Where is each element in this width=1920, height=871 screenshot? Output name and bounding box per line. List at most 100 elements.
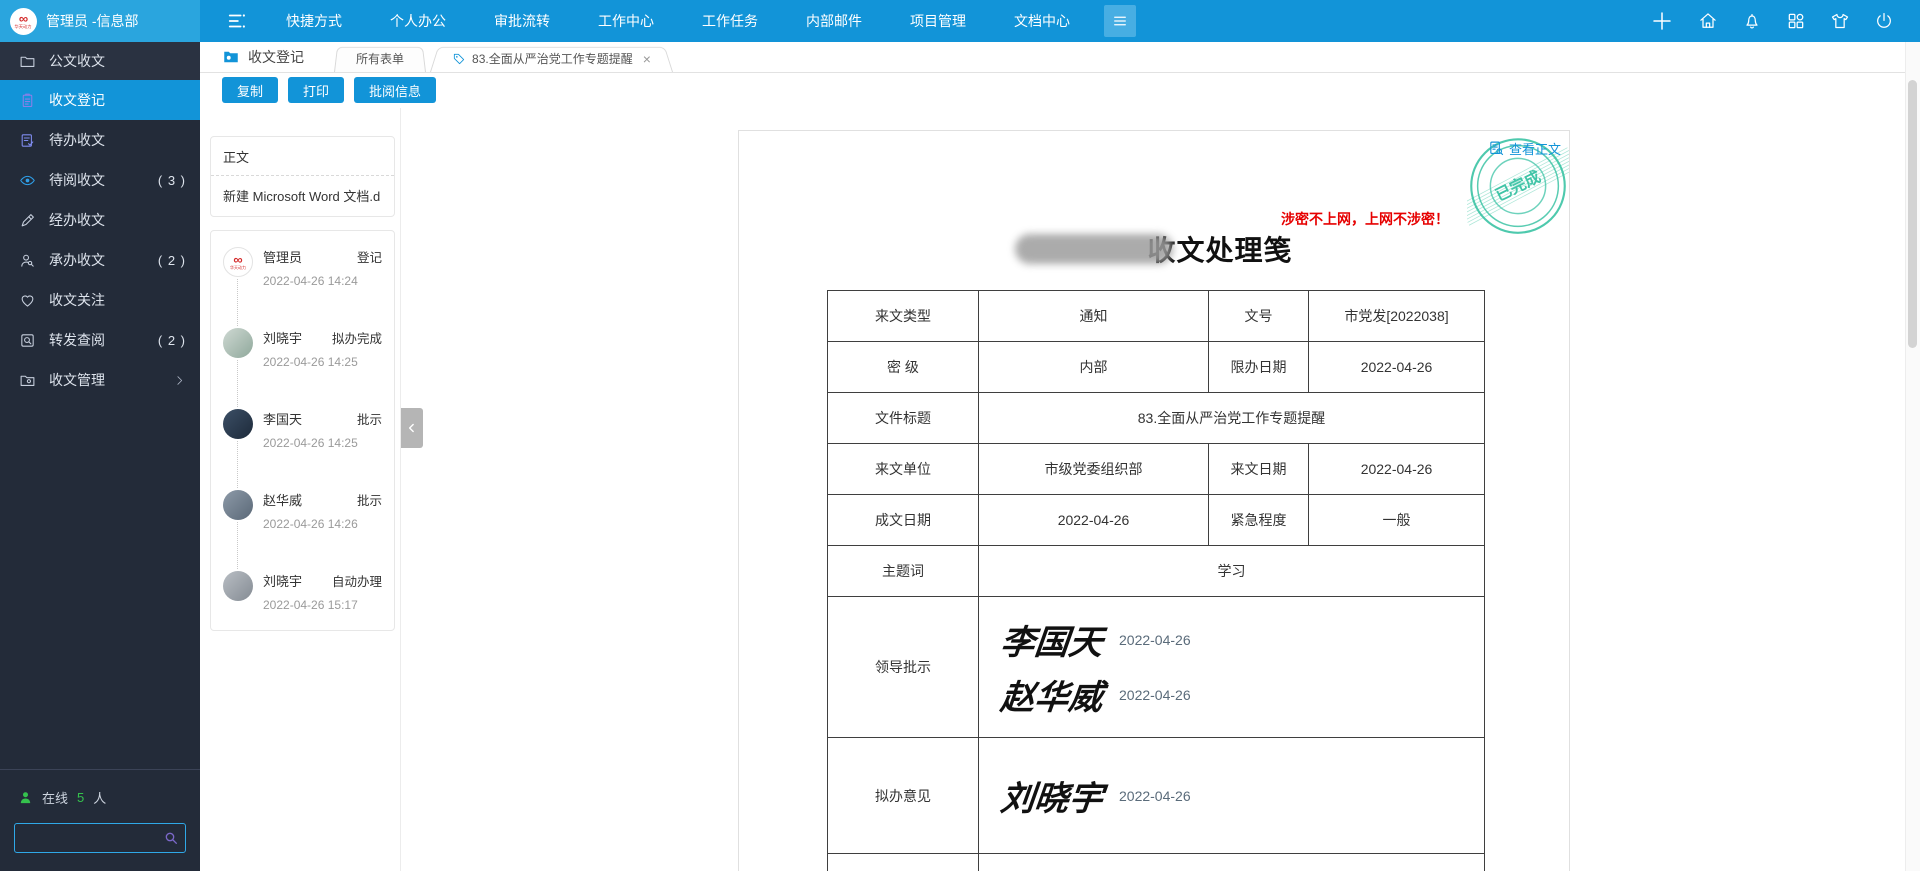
sidebar-item-label: 承办收文 [49, 252, 105, 268]
nav-item[interactable]: 文档中心 [990, 0, 1094, 42]
sidebar-item[interactable]: 待办收文 [0, 120, 200, 160]
apps-icon[interactable] [1786, 11, 1806, 31]
document-title: 收文处理笺 [739, 229, 1569, 269]
scrollbar-thumb[interactable] [1908, 80, 1917, 348]
redaction-blur [1015, 234, 1174, 264]
signature: 赵华威 [998, 678, 1105, 718]
nav-item[interactable]: 工作中心 [574, 0, 678, 42]
attachment-panel: 正文 新建 Microsoft Word 文档.d ∞ 华天动力 管理员 登记 2022… [200, 108, 401, 871]
sidebar-item[interactable]: 待阅收文 ( 3 ) [0, 160, 200, 200]
sidebar-item-label: 收文登记 [49, 92, 105, 108]
more-menu-button[interactable] [1104, 5, 1136, 37]
nav-item[interactable]: 内部邮件 [782, 0, 886, 42]
bell-icon[interactable] [1742, 11, 1762, 31]
cell-label: 拟办意见 [827, 737, 979, 854]
eye-icon [19, 172, 36, 189]
pen-icon [19, 212, 36, 229]
sidebar-item[interactable]: 收文登记 [0, 80, 200, 120]
app-logo-icon: ∞ 华天动力 [10, 7, 37, 35]
manage-icon [19, 372, 36, 389]
timeline-name: 刘晓宇 [263, 574, 303, 589]
nav-item[interactable]: 项目管理 [886, 0, 990, 42]
toolbar-button[interactable]: 打印 [288, 77, 345, 103]
brand[interactable]: ∞ 华天动力 管理员 -信息部 [0, 0, 200, 42]
avatar [223, 571, 253, 601]
attachment-file[interactable]: 新建 Microsoft Word 文档.d [211, 176, 394, 216]
sidebar-item-label: 待阅收文 [49, 172, 105, 188]
signature: 刘晓宇 [998, 779, 1105, 819]
module-label: 收文登记 [200, 47, 334, 67]
signature-date: 2022-04-26 [1119, 631, 1191, 648]
chevron-right-icon [173, 374, 186, 387]
doc-table-row: 来文类型 通知 文号 市党发[2022038] [827, 290, 1485, 342]
panel-collapse-handle[interactable] [401, 408, 423, 448]
timeline-action: 登记 [356, 251, 382, 265]
cell-label: 文件标题 [827, 392, 979, 444]
collapse-menu-icon[interactable] [226, 10, 248, 32]
signature-date: 2022-04-26 [1119, 686, 1191, 703]
nav-item[interactable]: 个人办公 [366, 0, 470, 42]
timeline-action: 自动办理 [331, 575, 382, 589]
avatar [223, 328, 253, 358]
timeline-time: 2022-04-26 14:25 [263, 436, 358, 450]
sidebar-item-count: ( 2 ) [157, 332, 186, 348]
signature: 李国天 [998, 623, 1105, 663]
cell-label: 来文日期 [1208, 443, 1309, 495]
document-table: 来文类型 通知 文号 市党发[2022038] 密 级内部 限办日期 2022-04-26 文… [827, 290, 1485, 871]
tab[interactable]: 83.全面从严治党工作专题提醒 × [430, 45, 673, 72]
folder-open-icon [222, 48, 240, 66]
cell-value: 2022-04-26 [1308, 443, 1485, 495]
tabbar: 收文登记 所有表单 83.全面从严治党工作专题提醒 × [200, 42, 1920, 73]
cell-label: 限办日期 [1208, 341, 1309, 393]
topbar: ∞ 华天动力 管理员 -信息部 快捷方式 个人办公 审批流转 工作中心 工作任务 内部邮件项… [0, 0, 1920, 42]
module-title: 收文登记 [248, 49, 304, 65]
signature-date: 2022-04-26 [1119, 787, 1191, 804]
close-icon[interactable]: × [643, 52, 651, 66]
toolbar-button[interactable]: 批阅信息 [354, 77, 437, 103]
cell-value: 2022-04-26 [1308, 341, 1485, 393]
cell-label: 文号 [1208, 290, 1309, 342]
cell-label: 主题词 [827, 545, 979, 597]
search-input[interactable] [14, 823, 186, 853]
sidebar-item[interactable]: 转发查阅 ( 2 ) [0, 320, 200, 360]
sidebar-item[interactable]: 收文关注 [0, 280, 200, 320]
doc-table-row: 拟办意见 刘晓宇 2022-04-26 [827, 737, 1485, 854]
avatar: ∞ 华天动力 [223, 247, 253, 277]
nav-item[interactable]: 工作任务 [678, 0, 782, 42]
tab[interactable]: 所有表单 [334, 45, 426, 72]
sidebar-item[interactable]: 承办收文 ( 2 ) [0, 240, 200, 280]
sidebar-items: 收文登记 待办收文 待阅收文 ( 3 ) 经办收文 承办收文 ( 2 ) 收文关注 转发查阅 ( … [0, 80, 200, 400]
theme-icon[interactable] [1830, 11, 1850, 31]
plus-icon[interactable] [1650, 9, 1674, 33]
toolbar-button[interactable]: 复制 [222, 77, 279, 103]
timeline-time: 2022-04-26 14:26 [263, 517, 358, 531]
sidebar-item-label: 待办收文 [49, 132, 105, 148]
sidebar-item-label: 收文关注 [49, 292, 105, 308]
attachment-card: 正文 新建 Microsoft Word 文档.d [210, 136, 395, 217]
nav-item[interactable]: 快捷方式 [262, 0, 366, 42]
power-icon[interactable] [1874, 11, 1894, 31]
hamburger-icon [1111, 12, 1129, 30]
timeline-entry: 刘晓宇 拟办完成 2022-04-26 14:25 [223, 328, 386, 407]
timeline-time: 2022-04-26 15:17 [263, 598, 358, 612]
cell-value: 内部 [978, 341, 1209, 393]
timeline-entry: 李国天 批示 2022-04-26 14:25 [223, 409, 386, 488]
sidebar-section-gongwen[interactable]: 公文收文 [0, 42, 200, 80]
cell-value: 一般 [1308, 494, 1485, 546]
tab-label: 所有表单 [356, 52, 405, 66]
todo-icon [19, 132, 36, 149]
doc-table-row: 文件标题 83.全面从严治党工作专题提醒 [827, 392, 1485, 444]
online-count: 5 [77, 790, 85, 805]
home-icon[interactable] [1698, 11, 1718, 31]
sidebar-item[interactable]: 收文管理 [0, 360, 200, 400]
sidebar-item[interactable]: 经办收文 [0, 200, 200, 240]
timeline-time: 2022-04-26 14:25 [263, 355, 358, 369]
view-source-link[interactable]: 查看正文 [1488, 139, 1561, 158]
cell-label: 成文日期 [827, 494, 979, 546]
register-icon [19, 92, 36, 109]
nav-item[interactable]: 审批流转 [470, 0, 574, 42]
tabs: 所有表单 83.全面从严治党工作专题提醒 × [334, 42, 677, 72]
approval-timeline: ∞ 华天动力 管理员 登记 2022-04-26 14:24 刘晓宇 拟办完成 2022-04… [211, 231, 394, 630]
topbar-actions [1650, 9, 1920, 33]
search-icon[interactable] [163, 830, 179, 846]
